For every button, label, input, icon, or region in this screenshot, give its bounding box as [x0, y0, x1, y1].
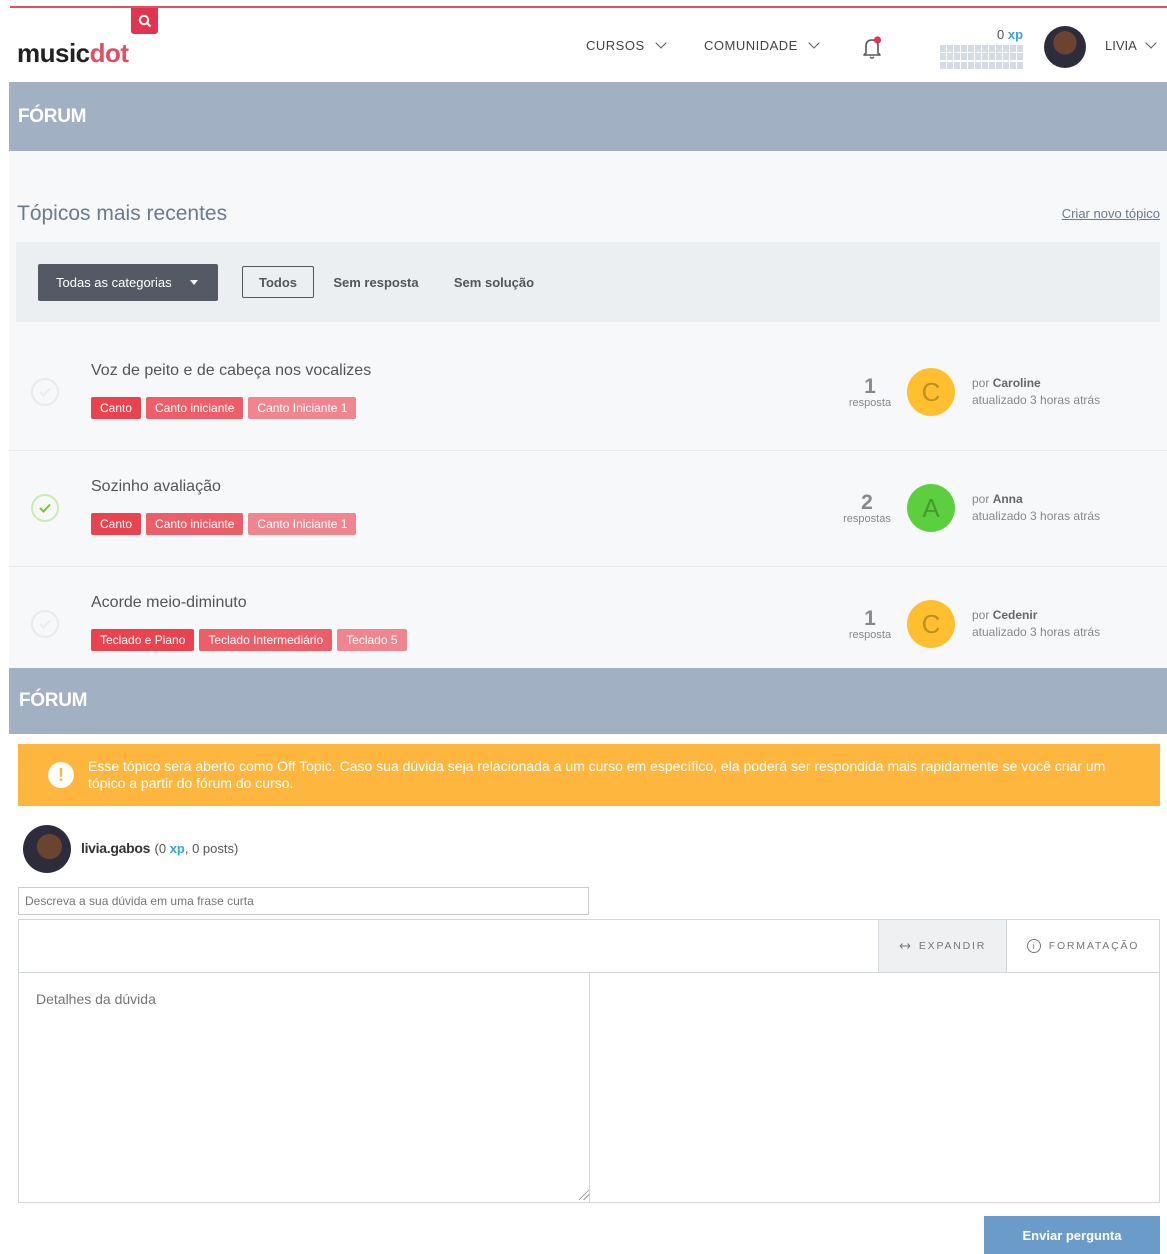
forum-header-band-2: FÓRUM	[9, 668, 1167, 734]
xp-value: 0	[997, 27, 1005, 42]
tab-sem-solucao[interactable]: Sem solução	[448, 266, 540, 298]
logo-text: music	[17, 38, 90, 68]
caret-down-icon	[189, 280, 198, 285]
reply-count: 2 respostas	[837, 491, 897, 525]
topic-author-info: por Caroline atualizado 3 horas atrás	[972, 376, 1101, 407]
reply-count-label: respostas	[843, 513, 891, 525]
topic-tags: Canto Canto iniciante Canto Iniciante 1	[91, 397, 357, 419]
category-select[interactable]: Todas as categorias	[38, 264, 218, 301]
expand-label: EXPANDIR	[918, 940, 987, 952]
exclamation-icon: !	[48, 762, 74, 788]
top-header: musicdot CURSOS COMUNIDADE 0 xp LIVIA	[0, 8, 1167, 82]
reply-count-number: 1	[864, 607, 876, 630]
user-menu[interactable]: LIVIA	[1105, 37, 1157, 53]
warning-text: Esse tópico será aberto como Off Topic. …	[88, 758, 1106, 791]
unsolved-check-icon	[31, 610, 59, 638]
category-select-label: Todas as categorias	[56, 275, 172, 290]
topic-tags: Canto Canto iniciante Canto Iniciante 1	[91, 513, 357, 535]
topic-tag[interactable]: Canto	[91, 397, 142, 419]
reply-count: 1 resposta	[840, 375, 900, 409]
forum-header-band: FÓRUM	[9, 82, 1167, 151]
topic-tag[interactable]: Canto iniciante	[146, 397, 244, 419]
topic-tag[interactable]: Teclado Intermediário	[199, 629, 333, 651]
nav-cursos[interactable]: CURSOS	[586, 37, 667, 53]
section-title: Tópicos mais recentes	[17, 202, 228, 225]
editor-toolbar: EXPANDIR i FORMATAÇÃO	[19, 920, 1159, 973]
info-icon: i	[1026, 939, 1041, 953]
forum-title-2: FÓRUM	[19, 690, 88, 711]
author-name[interactable]: Anna	[993, 492, 1023, 506]
logo[interactable]: musicdot	[17, 38, 129, 69]
formatting-button[interactable]: i FORMATAÇÃO	[1006, 920, 1159, 972]
reply-count-label: resposta	[848, 397, 892, 409]
topic-tag[interactable]: Canto Iniciante 1	[248, 397, 357, 419]
reply-count-number: 2	[861, 491, 873, 514]
updated-time: atualizado 3 horas atrás	[972, 393, 1101, 407]
chevron-down-icon	[1145, 37, 1157, 49]
search-icon	[138, 14, 151, 28]
formatting-label: FORMATAÇÃO	[1048, 940, 1140, 952]
logo-text-dot: dot	[89, 38, 129, 68]
chevron-down-icon	[808, 37, 820, 49]
topic-title[interactable]: Voz de peito e de cabeça nos vocalizes	[91, 362, 371, 380]
user-avatar[interactable]	[1044, 26, 1086, 68]
composer-meta: (0 xp, 0 posts)	[154, 841, 239, 856]
composer-username[interactable]: livia.gabos	[81, 840, 150, 856]
updated-time: atualizado 3 horas atrás	[972, 509, 1101, 523]
question-title-input[interactable]	[18, 887, 589, 915]
search-button[interactable]	[131, 8, 158, 34]
xp-counter: 0 xp	[997, 27, 1023, 42]
topic-title[interactable]: Acorde meio-diminuto	[91, 594, 247, 612]
nav-cursos-label: CURSOS	[586, 38, 645, 53]
topic-tags: Teclado e Piano Teclado Intermediário Te…	[91, 629, 407, 651]
composer-avatar	[23, 825, 71, 873]
chevron-down-icon	[654, 37, 667, 49]
composer-author: livia.gabos (0 xp, 0 posts)	[23, 825, 238, 873]
forum-title: FÓRUM	[18, 106, 87, 127]
topic-author-info: por Anna atualizado 3 horas atrás	[972, 492, 1101, 523]
expand-button[interactable]: EXPANDIR	[878, 920, 1006, 972]
author-avatar[interactable]: C	[907, 600, 955, 648]
create-topic-link[interactable]: Criar novo tópico	[1062, 206, 1160, 221]
reply-count-label: resposta	[848, 629, 892, 641]
nav-comunidade[interactable]: COMUNIDADE	[704, 37, 820, 53]
off-topic-warning: ! Esse tópico será aberto como Off Topic…	[18, 744, 1160, 806]
topic-row[interactable]: Sozinho avaliação Canto Canto iniciante …	[9, 451, 1167, 567]
tab-sem-resposta[interactable]: Sem resposta	[328, 266, 424, 298]
question-details-textarea[interactable]	[19, 973, 590, 1202]
reply-count-number: 1	[864, 375, 876, 398]
tab-todos[interactable]: Todos	[242, 266, 314, 298]
reply-count: 1 resposta	[840, 607, 900, 641]
xp-unit: xp	[1007, 27, 1024, 42]
solved-check-icon	[31, 494, 59, 522]
unsolved-check-icon	[31, 378, 59, 406]
question-editor: EXPANDIR i FORMATAÇÃO	[18, 919, 1160, 1203]
author-avatar[interactable]: C	[907, 368, 955, 416]
topic-tag[interactable]: Canto iniciante	[146, 513, 244, 535]
xp-progress-grid	[940, 45, 1024, 69]
topic-row[interactable]: Acorde meio-diminuto Teclado e Piano Tec…	[9, 567, 1167, 668]
author-avatar[interactable]: A	[907, 484, 955, 532]
topic-title[interactable]: Sozinho avaliação	[91, 478, 221, 496]
expand-arrows-icon	[899, 943, 911, 949]
topic-tag[interactable]: Teclado 5	[337, 629, 407, 651]
submit-question-button[interactable]: Enviar pergunta	[984, 1216, 1160, 1254]
author-name[interactable]: Cedenir	[993, 608, 1038, 622]
topic-tag[interactable]: Canto Iniciante 1	[248, 513, 357, 535]
nav-comunidade-label: COMUNIDADE	[704, 38, 798, 53]
resize-grip-icon[interactable]	[579, 1190, 589, 1200]
topic-tag[interactable]: Canto	[91, 513, 142, 535]
author-name[interactable]: Caroline	[993, 376, 1041, 390]
filter-bar: Todas as categorias Todos Sem resposta S…	[16, 242, 1160, 322]
user-menu-label: LIVIA	[1105, 38, 1137, 53]
topic-tag[interactable]: Teclado e Piano	[91, 629, 195, 651]
updated-time: atualizado 3 horas atrás	[972, 625, 1101, 639]
topic-author-info: por Cedenir atualizado 3 horas atrás	[972, 608, 1101, 639]
notification-bell-icon[interactable]	[861, 36, 883, 60]
topic-row[interactable]: Voz de peito e de cabeça nos vocalizes C…	[9, 335, 1167, 451]
